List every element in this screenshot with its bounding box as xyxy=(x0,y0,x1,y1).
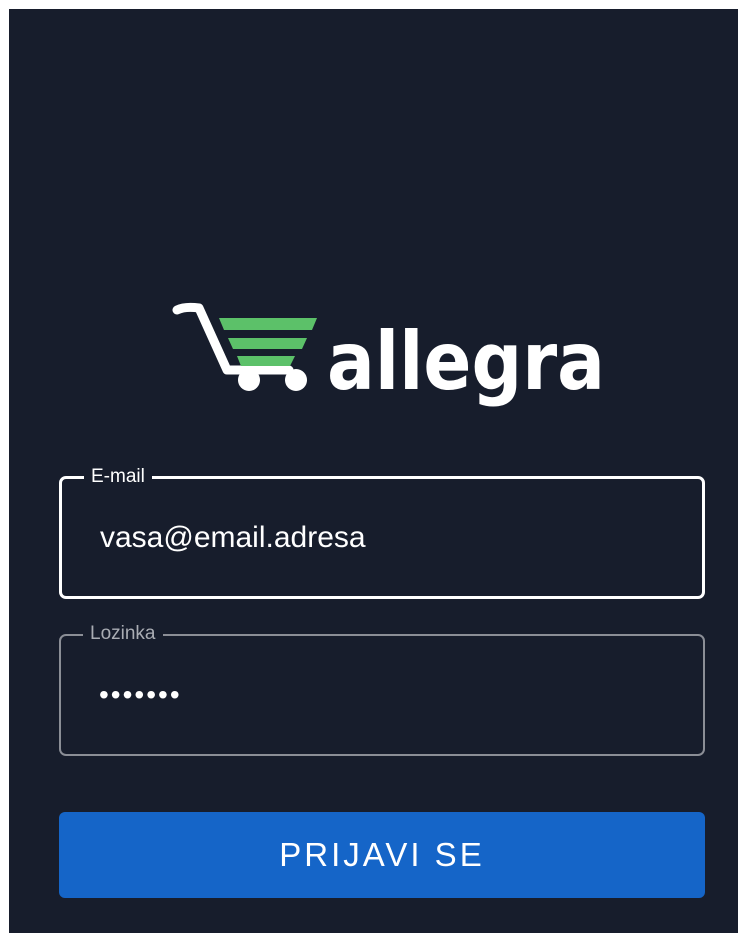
cart-wheel-left xyxy=(238,369,260,391)
email-input[interactable] xyxy=(100,520,682,555)
cart-wheel-right xyxy=(285,369,307,391)
email-field[interactable]: E-mail xyxy=(59,465,705,599)
password-input[interactable] xyxy=(99,679,683,711)
logo-text: allegra xyxy=(327,315,605,408)
password-field[interactable]: Lozinka xyxy=(59,622,705,756)
login-screen: allegra E-mail Lozinka PRIJAVI SE xyxy=(9,9,738,933)
email-label: E-mail xyxy=(84,465,152,489)
password-label: Lozinka xyxy=(83,622,163,646)
cart-stripe-3 xyxy=(237,356,295,366)
cart-stripe-1 xyxy=(219,318,317,330)
allegra-logo: allegra xyxy=(172,302,605,408)
login-button[interactable]: PRIJAVI SE xyxy=(59,812,705,898)
cart-stripe-2 xyxy=(228,338,307,349)
